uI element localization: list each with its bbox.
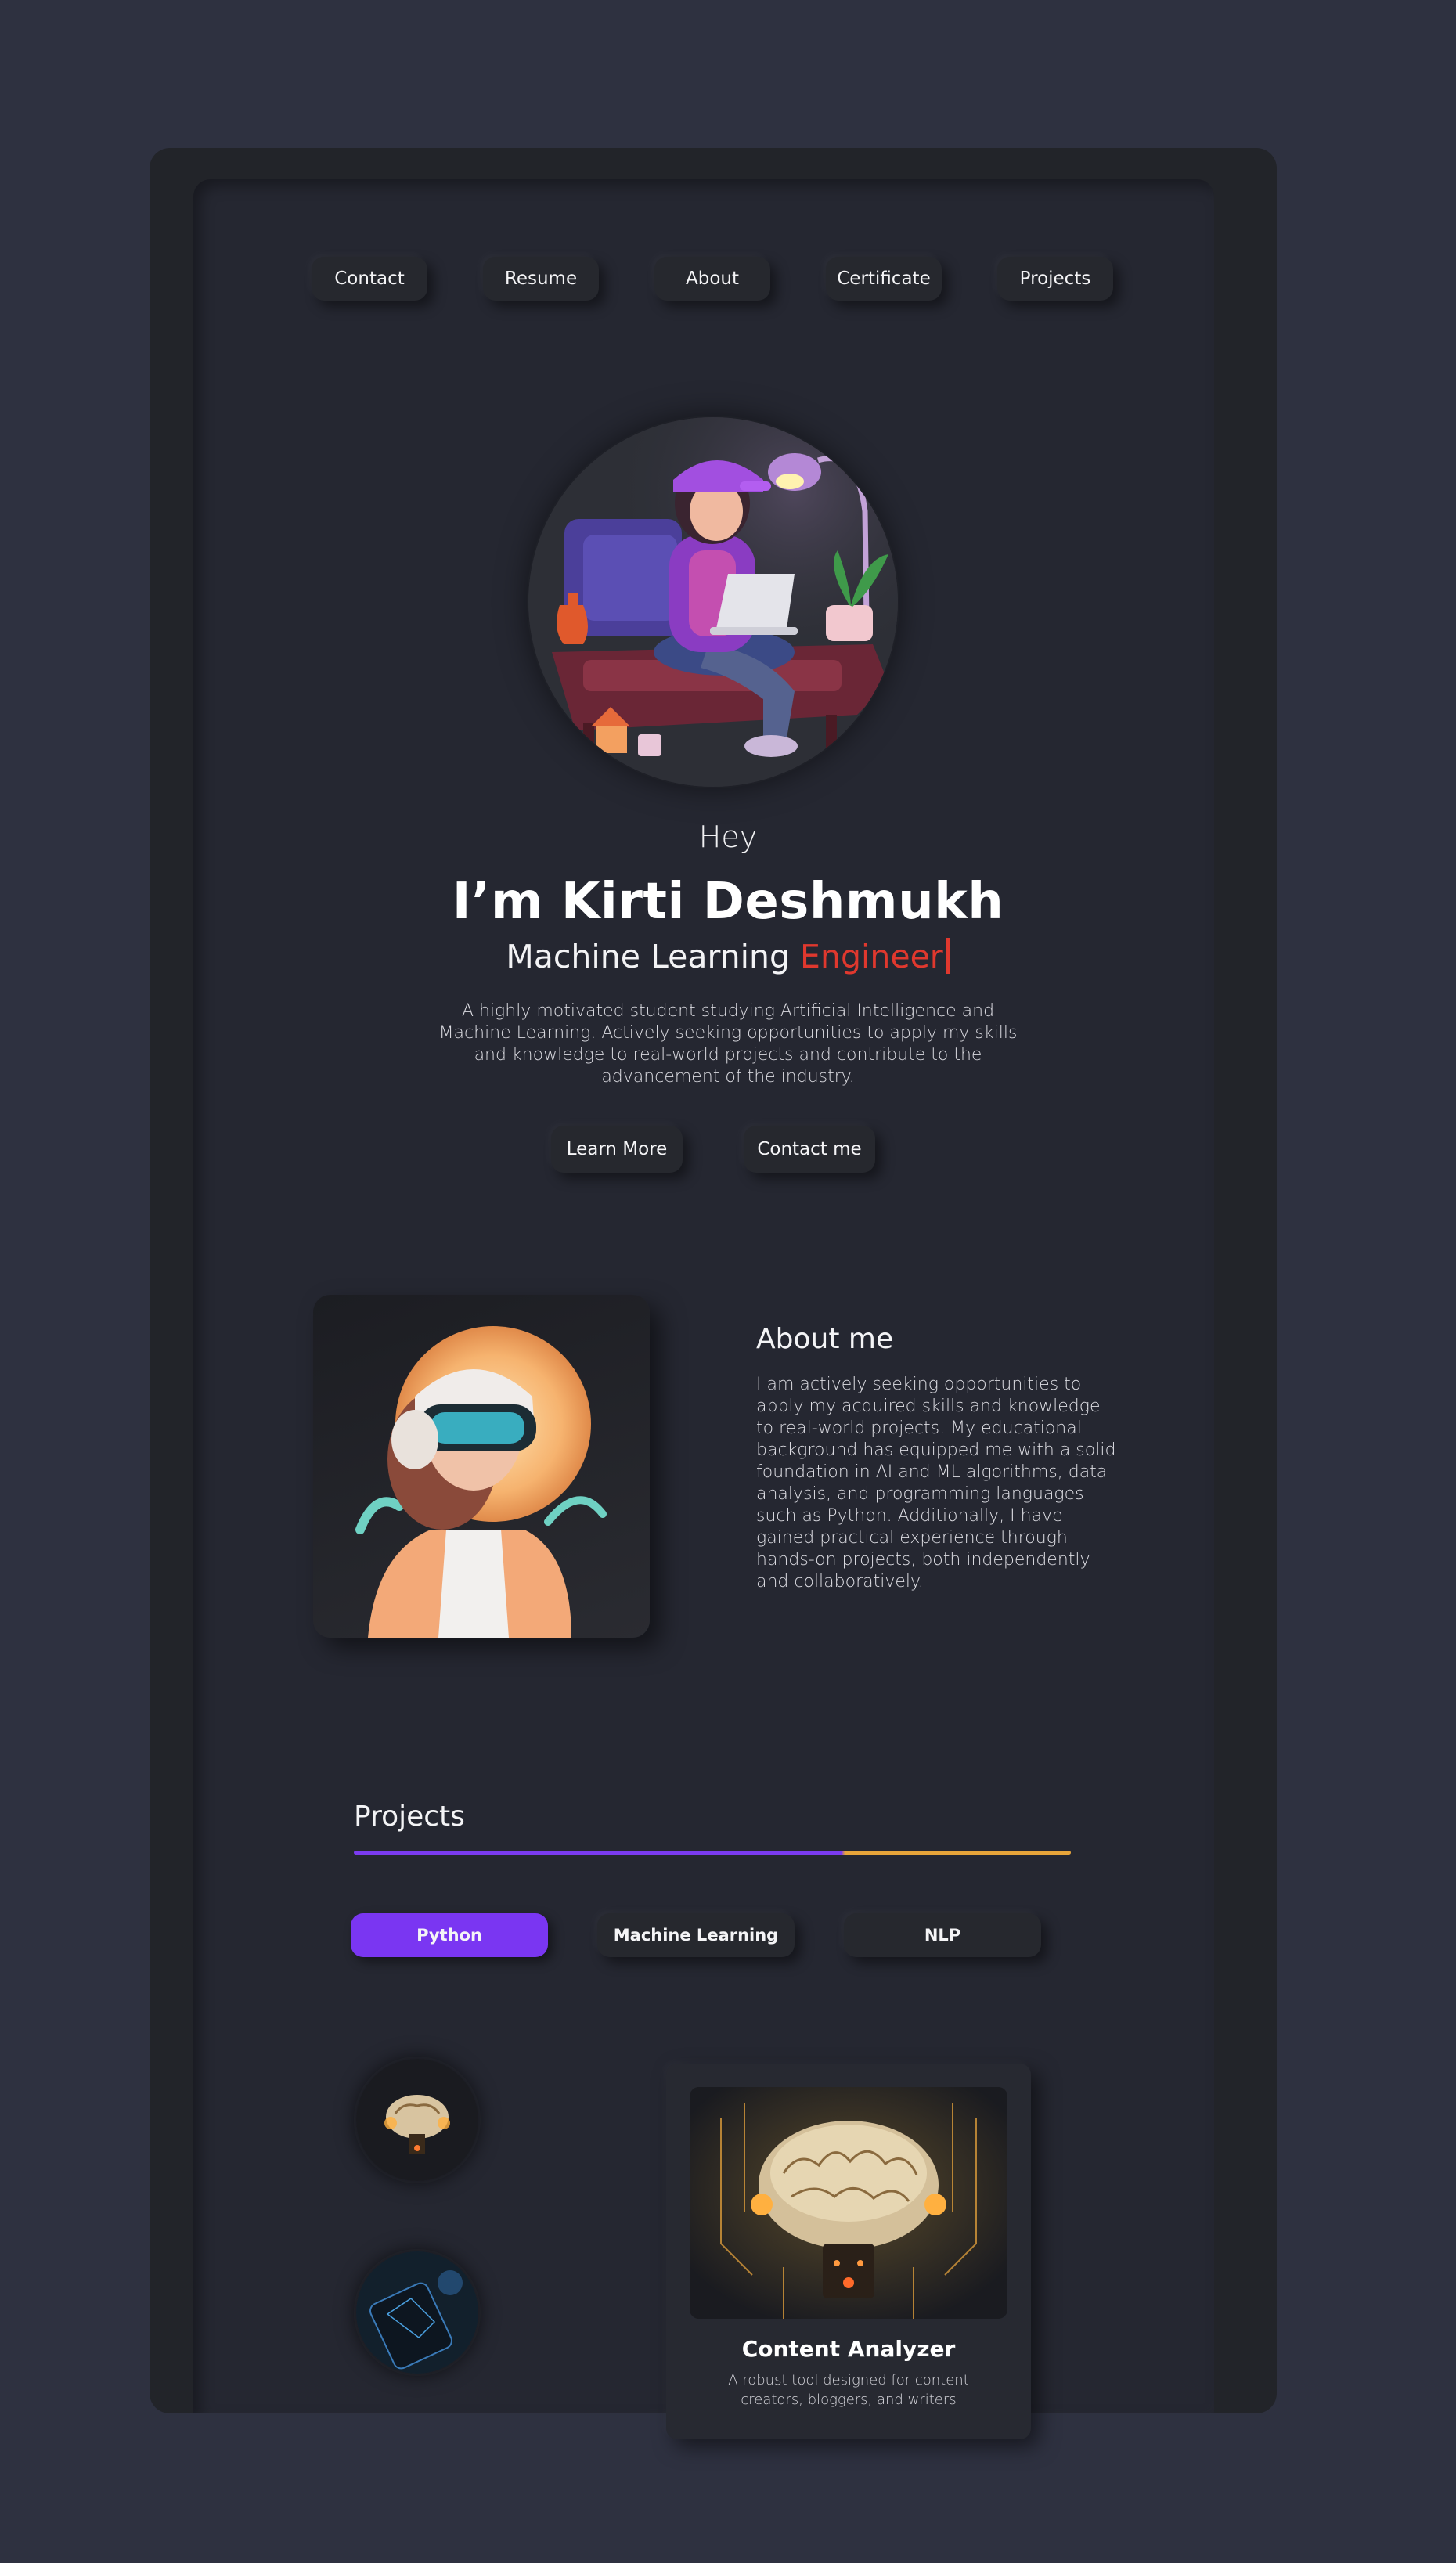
- projects-divider: [354, 1851, 1071, 1855]
- about-title: About me: [756, 1323, 894, 1355]
- project-thumb-brain[interactable]: [356, 2059, 478, 2181]
- about-portrait-image: [313, 1295, 650, 1638]
- hero-intro: A highly motivated student studying Arti…: [438, 1001, 1018, 1087]
- hero-greeting: Hey: [698, 820, 758, 854]
- nav-contact[interactable]: Contact: [312, 257, 427, 301]
- about-text: I am actively seeking opportunities to a…: [756, 1375, 1116, 1592]
- nav-resume[interactable]: Resume: [483, 257, 599, 301]
- projects-title: Projects: [354, 1801, 465, 1833]
- hero-role: Machine Learning Engineer: [0, 938, 1456, 975]
- project-card-title: Content Analyzer: [741, 2336, 956, 2362]
- learn-more-button[interactable]: Learn More: [551, 1126, 683, 1173]
- project-card[interactable]: Content Analyzer A robust tool designed …: [666, 2064, 1031, 2439]
- hero-name: I’m Kirti Deshmukh: [452, 873, 1004, 931]
- filter-machine-learning[interactable]: Machine Learning: [597, 1913, 795, 1957]
- project-card-description: A robust tool designed for content creat…: [728, 2372, 969, 2408]
- contact-me-button[interactable]: Contact me: [744, 1126, 875, 1173]
- hero-role-prefix: Machine Learning: [506, 938, 790, 975]
- nav-about[interactable]: About: [654, 257, 770, 301]
- nav-certificate[interactable]: Certificate: [826, 257, 942, 301]
- filter-python[interactable]: Python: [351, 1913, 548, 1957]
- project-thumb-phone[interactable]: [356, 2251, 478, 2374]
- filter-nlp[interactable]: NLP: [844, 1913, 1041, 1957]
- hero-role-accent: Engineer: [800, 938, 943, 975]
- typing-cursor: [946, 938, 950, 974]
- hero-avatar-image: [528, 417, 898, 787]
- nav-projects[interactable]: Projects: [997, 257, 1113, 301]
- project-card-image: [690, 2087, 1007, 2319]
